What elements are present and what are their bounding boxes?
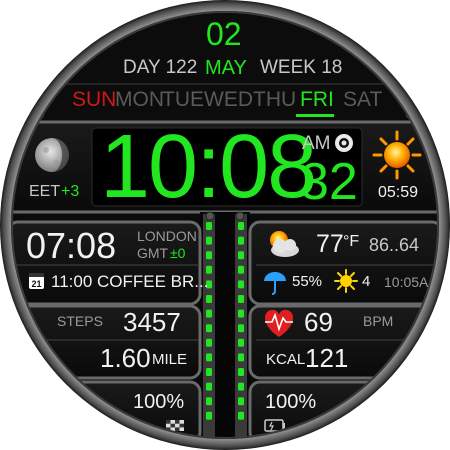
world-clock-city: LONDON [137,228,197,244]
screw [435,300,438,310]
main-time: 10:08 [100,117,317,217]
progress-dot [206,222,212,230]
uv-index: 4 [362,273,371,290]
weekday-sun: SUN [72,88,117,111]
calendar-icon: 21 [29,273,44,289]
progress-dot [238,397,244,406]
goal-flag-icon [166,420,184,431]
timezone-label: EET [29,183,61,200]
world-clock-time: 07:08 [26,225,117,266]
weather-temp: 77 [316,230,344,258]
steps-goal-percent: 100% [133,391,185,413]
progress-dot [238,222,244,230]
distance-unit: MILE [152,351,188,368]
weekday-tue: TUE [162,88,204,111]
progress-dot [206,397,212,406]
progress-dot [238,236,244,245]
steps-label: STEPS [57,313,103,329]
progress-dot [238,280,244,289]
progress-dot [206,309,212,318]
day-of-month: 02 [206,16,242,52]
progress-dot [238,324,244,333]
progress-dot [206,338,212,347]
week-of-year: WEEK 18 [260,57,343,78]
gear-icon[interactable] [335,134,353,152]
weekday-sat: SAT [343,88,383,111]
progress-dot [206,353,212,362]
screw [12,300,15,310]
kcal-value: 121 [305,343,349,373]
heart-rate-value: 69 [304,307,333,337]
progress-dot [238,382,244,391]
battery-percent: 100% [265,391,317,413]
weather-range: 86..64 [369,235,420,255]
progress-dot [238,368,244,376]
seconds: 32 [300,153,358,211]
distance-value: 1.60 [100,343,151,373]
steps-value: 3457 [123,307,181,337]
bpm-label: BPM [363,313,394,329]
kcal-label: KCAL [266,351,306,368]
world-clock-zone: GMT [137,245,169,261]
svg-text:21: 21 [31,279,41,289]
rain-chance: 55% [292,273,323,290]
progress-dot [206,411,212,420]
progress-dot [206,324,212,333]
weekday-mon: MON [115,88,164,111]
progress-dot [238,309,244,318]
progress-dot [206,295,212,303]
progress-dot [206,368,212,376]
progress-dot [238,265,244,274]
month-label: MAY [205,57,247,79]
day-of-year: DAY 122 [123,57,198,78]
progress-dot [238,411,244,420]
weekday-thu: THU [253,88,297,111]
progress-dot [206,382,212,391]
timezone-offset: +3 [61,183,80,200]
weekday-fri: FRI [300,88,334,111]
sunset-time: 05:59 [378,184,419,201]
calendar-event-text[interactable]: 11:00 COFFEE BR... [51,273,208,290]
progress-dot [238,295,244,303]
world-clock-offset: ±0 [170,245,186,261]
weather-time: 10:05A [384,274,429,290]
am-pm: AM [302,133,331,154]
sun-icon [372,130,422,180]
progress-dot [238,338,244,347]
progress-dot [238,353,244,362]
progress-dot [206,236,212,245]
progress-dot [238,251,244,260]
weekday-wed: WED [204,88,253,111]
moon-icon [35,138,69,172]
progress-dot [206,251,212,260]
uv-sun-icon [334,269,358,293]
weather-unit: °F [343,233,360,250]
